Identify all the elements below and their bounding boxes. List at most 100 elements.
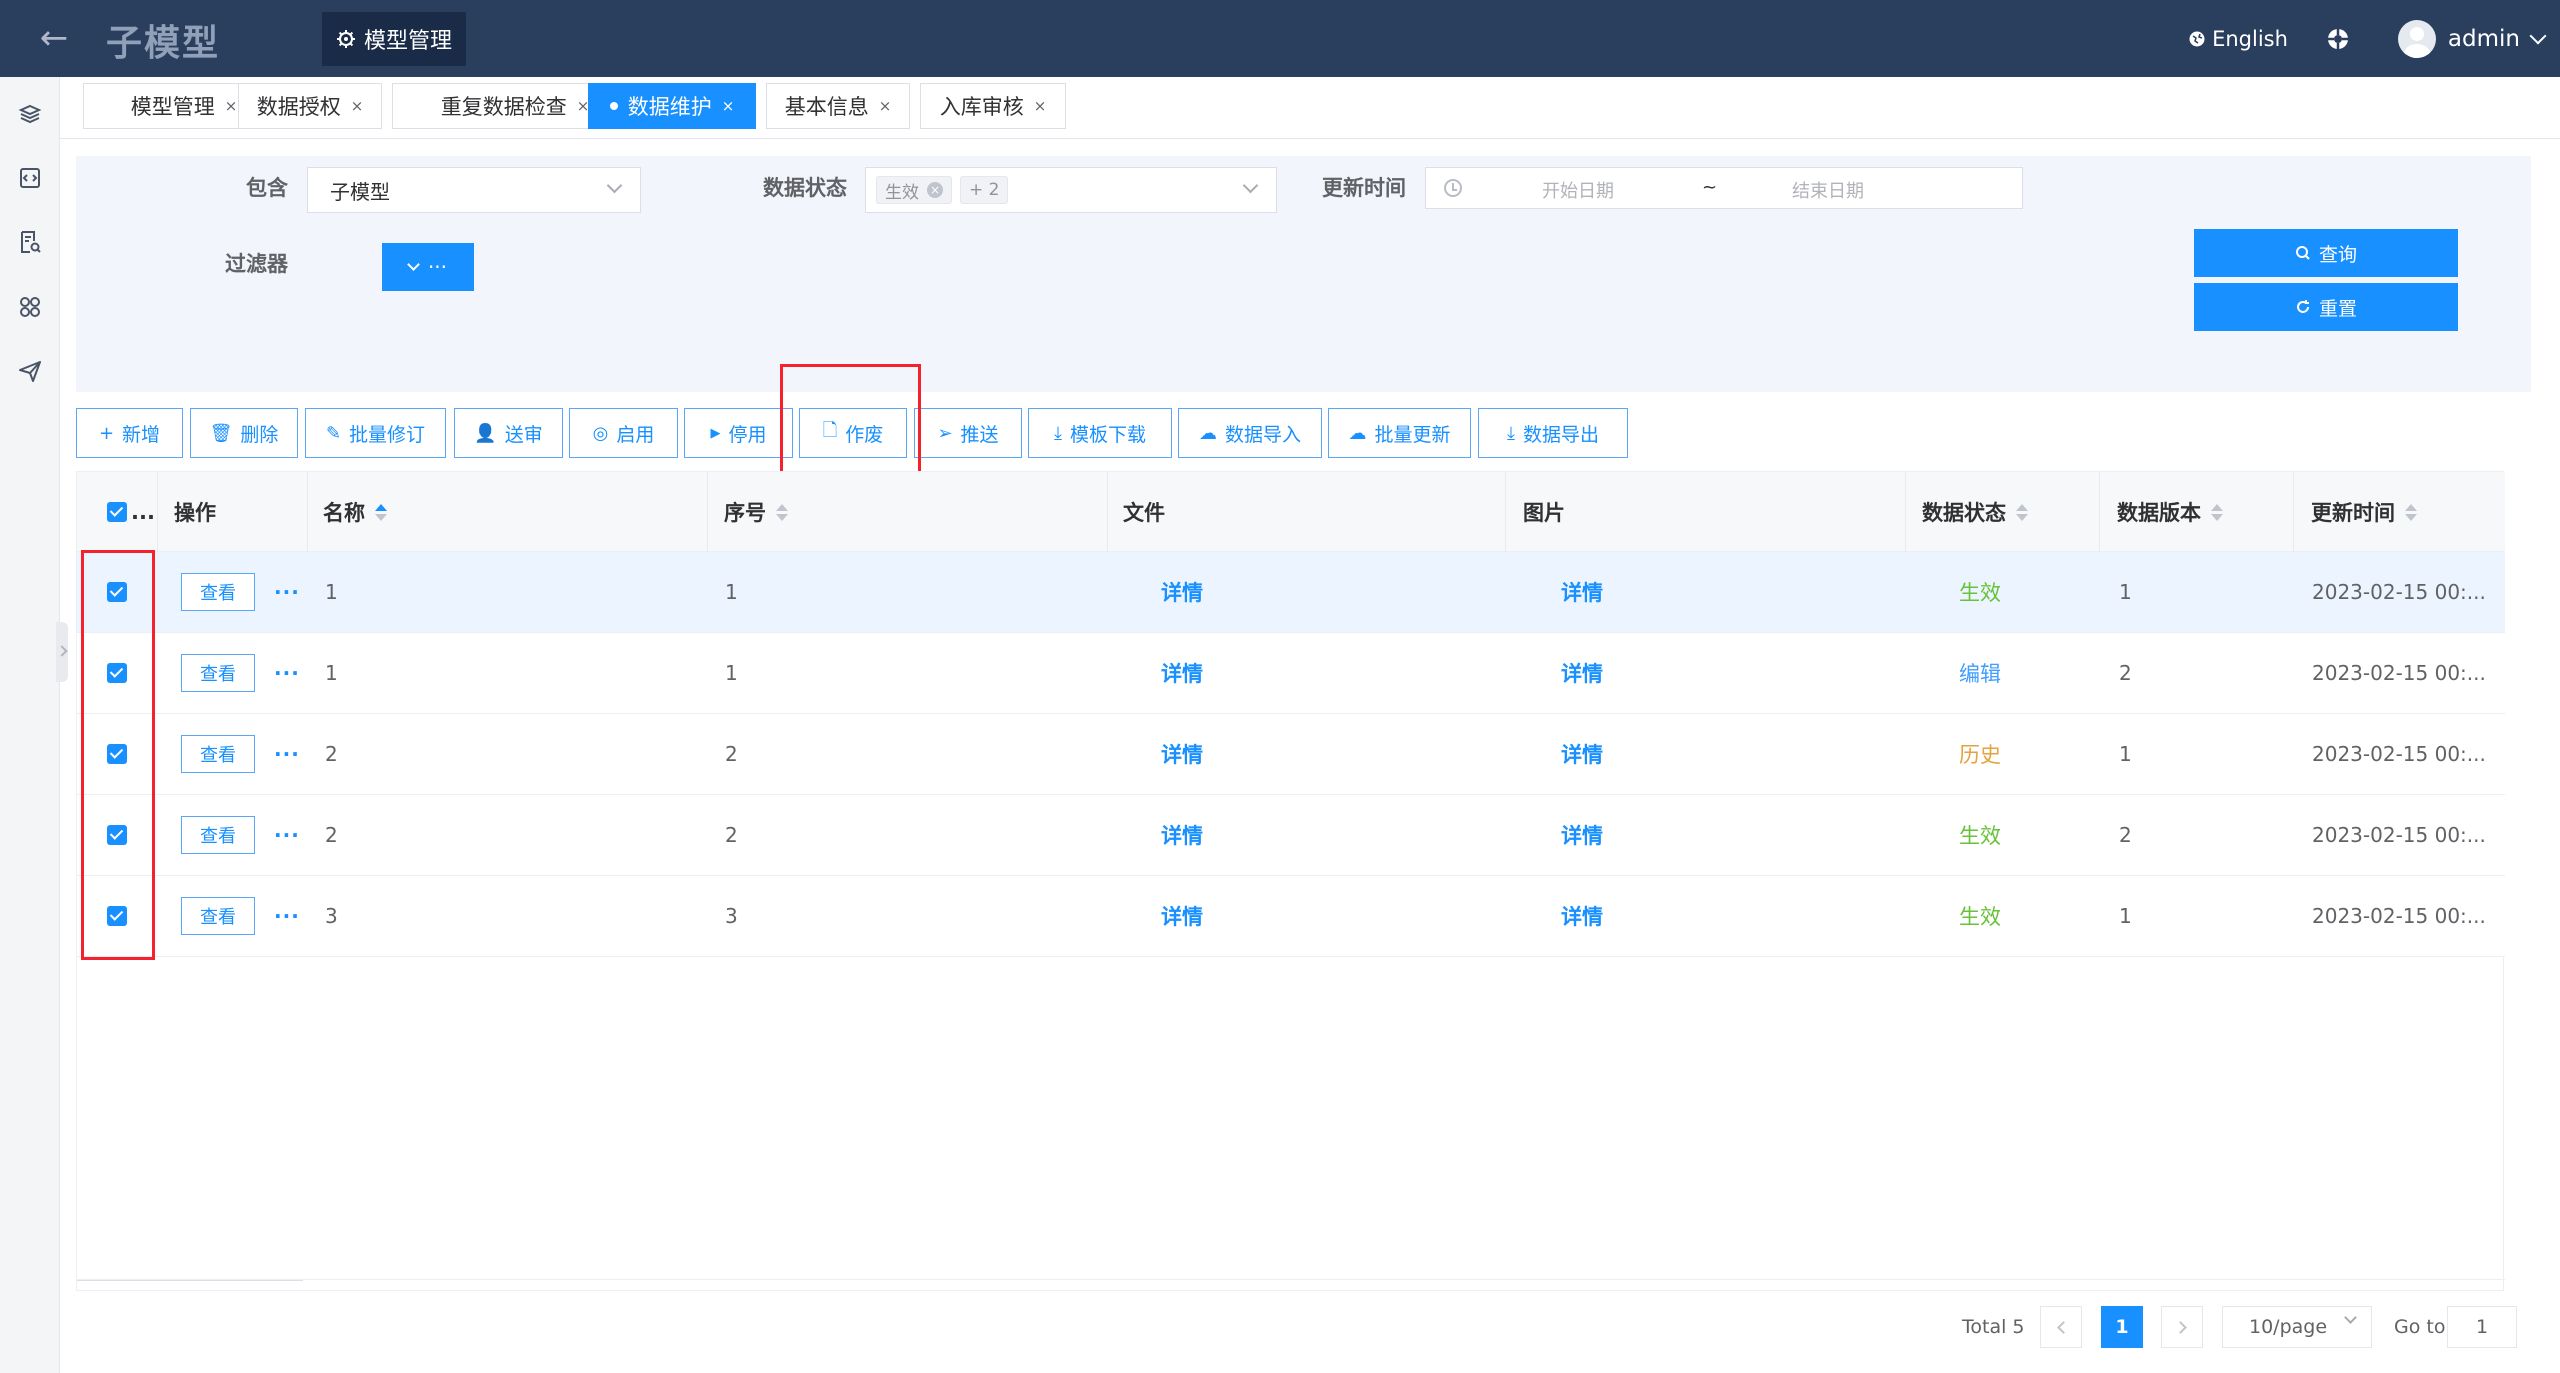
cell-image-detail-link[interactable]: 详情	[1561, 876, 1603, 956]
user-avatar[interactable]	[2397, 19, 2436, 58]
column-divider	[1905, 472, 1906, 552]
end-date-placeholder[interactable]: 结束日期	[1792, 177, 1864, 203]
sort-icon[interactable]	[2211, 503, 2223, 521]
header-status[interactable]: 数据状态	[1922, 472, 2028, 552]
sort-icon[interactable]	[2405, 503, 2417, 521]
tab-basic-info[interactable]: 基本信息 ×	[766, 83, 910, 129]
top-tab-model-management[interactable]: 模型管理	[322, 12, 467, 66]
table-row[interactable]: 查看 ··· 2 2 详情 详情 历史 1 2023-02-15 00:...	[77, 714, 2505, 795]
update-time-range[interactable]: 开始日期 ~ 结束日期	[1425, 167, 2023, 209]
disable-button[interactable]: ▶ 停用	[684, 408, 793, 458]
table-row[interactable]: 查看 ··· 1 1 详情 详情 生效 1 2023-02-15 00:...	[77, 552, 2505, 633]
close-icon[interactable]: ×	[879, 97, 892, 115]
cell-name: 2	[325, 742, 338, 766]
user-name[interactable]: admin	[2448, 26, 2520, 52]
close-icon[interactable]: ×	[927, 182, 943, 198]
start-date-placeholder[interactable]: 开始日期	[1542, 177, 1614, 203]
column-divider	[707, 472, 708, 552]
view-button[interactable]: 查看	[181, 654, 255, 692]
batch-edit-button[interactable]: ✎ 批量修订	[305, 408, 446, 458]
contains-select[interactable]: 子模型	[307, 167, 641, 213]
cell-file-detail-link[interactable]: 详情	[1161, 552, 1203, 632]
sort-icon[interactable]	[375, 503, 387, 521]
column-divider	[2099, 472, 2100, 552]
table-row[interactable]: 查看 ··· 2 2 详情 详情 生效 2 2023-02-15 00:...	[77, 795, 2505, 876]
query-button[interactable]: 查询	[2194, 229, 2458, 277]
active-dot	[609, 102, 618, 110]
tab-data-authorization[interactable]: 数据授权 ×	[238, 83, 382, 129]
send-icon[interactable]	[17, 358, 43, 384]
help-circle-icon[interactable]	[2326, 27, 2350, 51]
data-export-button[interactable]: ⤓ 数据导出	[1478, 408, 1628, 458]
goto-input[interactable]: 1	[2447, 1306, 2517, 1348]
page-size-select[interactable]: 10/page	[2222, 1306, 2372, 1348]
update-time-label: 更新时间	[1322, 176, 1406, 200]
prev-page-button[interactable]	[2040, 1306, 2082, 1348]
close-icon[interactable]: ×	[225, 97, 238, 115]
more-actions-icon[interactable]: ···	[274, 904, 300, 928]
cell-image-detail-link[interactable]: 详情	[1561, 795, 1603, 875]
header-name[interactable]: 名称	[323, 472, 387, 552]
row-ops-cell: 查看	[181, 552, 255, 632]
cell-name: 1	[325, 661, 338, 685]
header-version[interactable]: 数据版本	[2117, 472, 2223, 552]
data-table: ... 操作 名称 序号 文件 图片 数据状态 数据版本 更新时间 查看 ··· 1…	[76, 471, 2505, 1291]
sort-icon[interactable]	[2016, 503, 2028, 521]
document-search-icon[interactable]	[17, 229, 43, 255]
view-button[interactable]: 查看	[181, 897, 255, 935]
contains-label: 包含	[246, 176, 288, 200]
view-button[interactable]: 查看	[181, 735, 255, 773]
cell-file-detail-link[interactable]: 详情	[1161, 714, 1203, 794]
tab-data-maintenance[interactable]: 数据维护 ×	[588, 83, 756, 129]
add-button[interactable]: + 新增	[76, 408, 183, 458]
sort-icon[interactable]	[776, 503, 788, 521]
more-actions-icon[interactable]: ···	[274, 742, 300, 766]
header-version-label: 数据版本	[2117, 501, 2201, 525]
sidebar-collapse-handle[interactable]	[56, 622, 68, 682]
more-actions-icon[interactable]: ···	[274, 823, 300, 847]
cell-file-detail-link[interactable]: 详情	[1161, 876, 1203, 956]
header-updated[interactable]: 更新时间	[2311, 472, 2417, 552]
close-icon[interactable]: ×	[351, 97, 364, 115]
tab-storage-review[interactable]: 入库审核 ×	[920, 83, 1066, 129]
cell-file-detail-link[interactable]: 详情	[1161, 633, 1203, 713]
batch-update-button[interactable]: ☁ 批量更新	[1328, 408, 1471, 458]
cell-image-detail-link[interactable]: 详情	[1561, 714, 1603, 794]
code-window-icon[interactable]	[17, 165, 43, 191]
submit-review-button[interactable]: 👤 送审	[454, 408, 563, 458]
push-button[interactable]: ➢ 推送	[914, 408, 1022, 458]
template-download-button[interactable]: ⤓ 模板下载	[1028, 408, 1172, 458]
select-all-checkbox[interactable]	[107, 502, 127, 522]
table-header: ... 操作 名称 序号 文件 图片 数据状态 数据版本 更新时间	[77, 472, 2505, 552]
reset-button[interactable]: 重置	[2194, 283, 2458, 331]
delete-button[interactable]: 🗑 删除	[190, 408, 298, 458]
header-seq[interactable]: 序号	[724, 472, 788, 552]
cell-image-detail-link[interactable]: 详情	[1561, 633, 1603, 713]
cell-image-detail-link[interactable]: 详情	[1561, 552, 1603, 632]
apps-grid-icon[interactable]	[17, 294, 43, 320]
row-more-cell: ···	[274, 633, 300, 713]
view-button[interactable]: 查看	[181, 573, 255, 611]
more-actions-icon[interactable]: ···	[274, 661, 300, 685]
scrollbar-track[interactable]	[77, 1280, 303, 1281]
cloud-upload-icon: ☁	[1348, 422, 1367, 444]
view-button[interactable]: 查看	[181, 816, 255, 854]
cell-file-detail-link[interactable]: 详情	[1161, 795, 1203, 875]
layers-icon[interactable]	[17, 102, 43, 128]
close-icon[interactable]: ×	[1034, 97, 1047, 115]
page-1-button[interactable]: 1	[2101, 1306, 2143, 1348]
status-tag-text: 生效	[885, 182, 919, 203]
filter-dropdown-button[interactable]: ···	[382, 243, 474, 291]
status-select[interactable]: 生效 × + 2	[865, 167, 1277, 213]
back-arrow-icon[interactable]: ←	[34, 18, 74, 58]
data-import-button[interactable]: ☁ 数据导入	[1178, 408, 1322, 458]
close-icon[interactable]: ×	[722, 97, 735, 115]
table-row[interactable]: 查看 ··· 3 3 详情 详情 生效 1 2023-02-15 00:...	[77, 876, 2505, 957]
chevron-down-icon[interactable]	[2529, 27, 2547, 44]
next-page-button[interactable]	[2161, 1306, 2203, 1348]
language-switch[interactable]: English	[2188, 27, 2288, 51]
table-row[interactable]: 查看 ··· 1 1 详情 详情 编辑 2 2023-02-15 00:...	[77, 633, 2505, 714]
enable-button[interactable]: ◎ 启用	[569, 408, 678, 458]
select-all-header[interactable]: ...	[107, 472, 155, 552]
more-actions-icon[interactable]: ···	[274, 580, 300, 604]
